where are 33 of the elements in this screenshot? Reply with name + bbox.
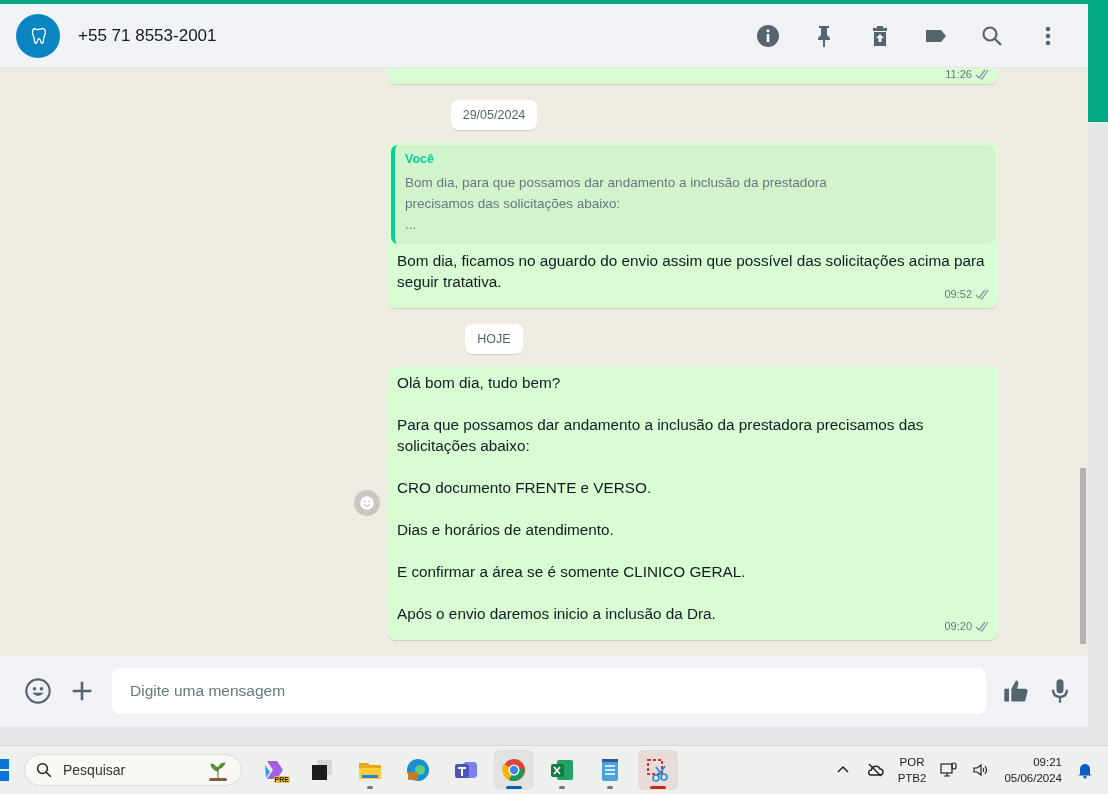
info-icon[interactable]	[756, 23, 780, 48]
contact-name: +55 71 8553-2001	[78, 25, 218, 46]
spreadsheet-icon	[549, 757, 575, 783]
message-time: 09:52	[944, 288, 972, 300]
clock-time[interactable]: 09:21	[1033, 754, 1062, 770]
windows-start-icon[interactable]	[0, 759, 10, 781]
task-view-icon	[309, 757, 335, 783]
message-input[interactable]: Digite uma mensagem	[112, 668, 986, 714]
search-placeholder: Pesquisar	[63, 762, 127, 778]
clock-date[interactable]: 05/06/2024	[1004, 770, 1062, 786]
taskbar-search[interactable]: Pesquisar	[24, 754, 242, 786]
date-chip: HOJE	[465, 324, 523, 354]
smiley-icon	[358, 494, 376, 512]
cloud-off-icon[interactable]	[865, 761, 884, 779]
search-icon[interactable]	[980, 23, 1004, 48]
contact-avatar[interactable]	[16, 13, 60, 58]
quoted-message[interactable]: Você Bom dia, para que possamos dar andamento a inclusão da prestadora precisamos das solicitações abaixo: ...	[391, 145, 995, 244]
message-text: Olá bom dia, tudo bem? Para que possamos dar andamento a inclusão da prestadora precisamos das solicitações abaixo: CRO documento FRENTE e VERSO. Dias e horários de atendimento. E confirmar a área se é somente CLINICO GERAL. Após o envio daremos inicio a inclusão da Dra.	[397, 373, 925, 624]
bell-icon[interactable]	[1076, 761, 1094, 779]
message-time: 11:26	[945, 68, 972, 80]
date-chip: 29/05/2024	[450, 100, 538, 130]
quote-text: Bom dia, para que possamos dar andamento a inclusão da prestadora precisamos das solicitações abaixo: ...	[405, 174, 828, 234]
input-language[interactable]: POR	[899, 754, 925, 770]
browser-icon	[405, 757, 431, 783]
scissors-icon	[645, 757, 671, 783]
search-icon	[35, 761, 53, 779]
emoji-icon[interactable]	[24, 677, 52, 705]
quote-author: Você	[405, 152, 435, 166]
message-time: 09:20	[944, 620, 972, 632]
message-text: Bom dia, ficamos no aguardo do envio assim que possível das solicitações acima para seguir tratativa.	[397, 251, 986, 290]
keyboard-layout[interactable]: PTB2	[897, 770, 927, 786]
chrome-icon	[501, 757, 527, 783]
network-icon[interactable]	[940, 761, 959, 779]
